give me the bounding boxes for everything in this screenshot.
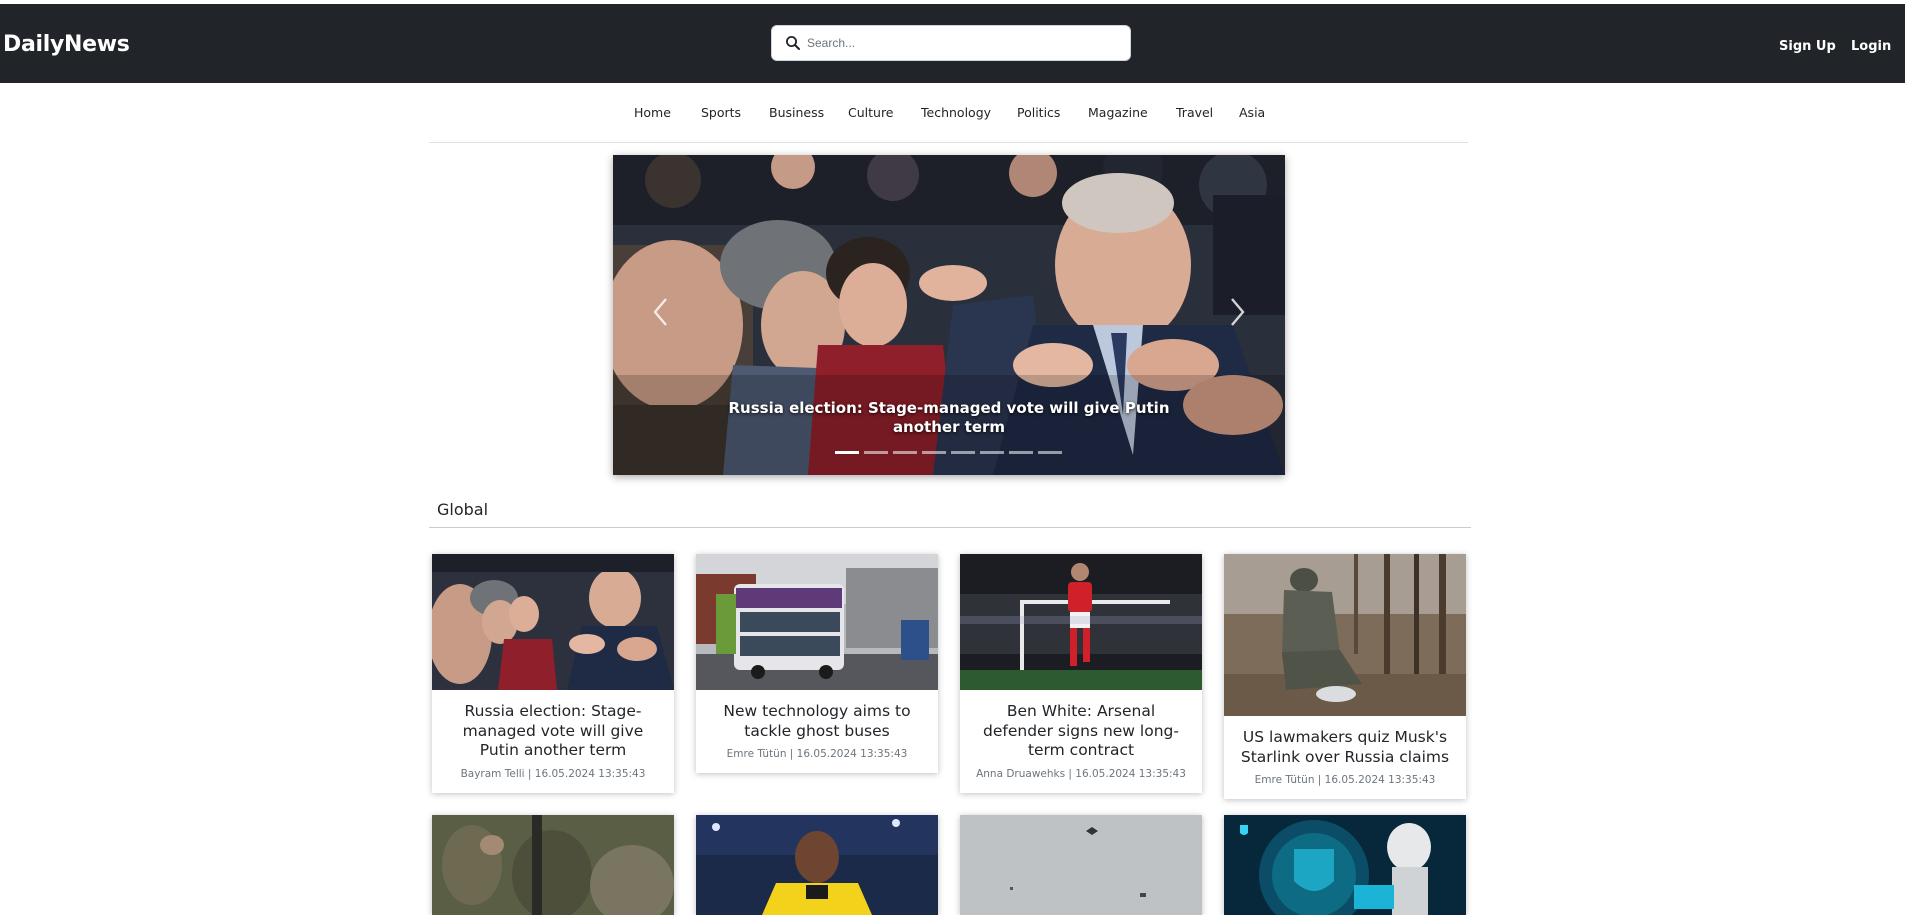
nav-item-technology[interactable]: Technology xyxy=(921,105,991,120)
news-card[interactable] xyxy=(696,815,938,915)
nav-item-business[interactable]: Business xyxy=(769,105,824,120)
carousel-indicator[interactable] xyxy=(835,451,859,454)
search-icon xyxy=(786,36,800,50)
nav-item-politics[interactable]: Politics xyxy=(1017,105,1060,120)
card-image xyxy=(960,554,1202,690)
carousel-indicator[interactable] xyxy=(1009,451,1033,454)
search-box[interactable] xyxy=(771,25,1131,61)
news-card[interactable]: Ben White: Arsenal defender signs new lo… xyxy=(960,554,1202,793)
card-title[interactable]: New technology aims to tackle ghost buse… xyxy=(696,690,938,741)
category-nav: Home Sports Business Culture Technology … xyxy=(429,97,1468,143)
card-meta: Anna Druawehks | 16.05.2024 13:35:43 xyxy=(976,767,1186,780)
card-image xyxy=(1224,554,1466,716)
carousel-indicator[interactable] xyxy=(951,451,975,454)
nav-item-asia[interactable]: Asia xyxy=(1239,105,1265,120)
section-divider xyxy=(429,527,1471,528)
card-image xyxy=(696,554,938,690)
carousel-indicator[interactable] xyxy=(922,451,946,454)
news-card[interactable] xyxy=(960,815,1202,915)
card-title[interactable]: US lawmakers quiz Musk's Starlink over R… xyxy=(1224,716,1466,767)
nav-item-home[interactable]: Home xyxy=(634,105,671,120)
section-title: Global xyxy=(437,500,489,519)
news-card[interactable] xyxy=(1224,815,1466,915)
card-image xyxy=(696,815,938,915)
card-image xyxy=(432,815,674,915)
card-image xyxy=(432,554,674,690)
news-card[interactable] xyxy=(432,815,674,915)
card-meta: Emre Tütün | 16.05.2024 13:35:43 xyxy=(1254,774,1436,786)
chevron-right-icon[interactable] xyxy=(1225,295,1249,329)
card-meta: Emre Tütün | 16.05.2024 13:35:43 xyxy=(726,748,908,760)
nav-item-magazine[interactable]: Magazine xyxy=(1088,105,1148,120)
chevron-left-icon[interactable] xyxy=(649,295,673,329)
news-card[interactable]: New technology aims to tackle ghost buse… xyxy=(696,554,938,773)
nav-item-sports[interactable]: Sports xyxy=(701,105,741,120)
hero-carousel[interactable]: Russia election: Stage-managed vote will… xyxy=(613,155,1285,475)
top-navbar: DailyNews Sign Up Login xyxy=(0,4,1905,83)
carousel-indicator[interactable] xyxy=(980,451,1004,454)
brand-logo[interactable]: DailyNews xyxy=(3,32,130,57)
news-card[interactable]: US lawmakers quiz Musk's Starlink over R… xyxy=(1224,554,1466,799)
card-meta: Bayram Telli | 16.05.2024 13:35:43 xyxy=(460,767,646,780)
carousel-indicator[interactable] xyxy=(864,451,888,454)
carousel-indicators xyxy=(835,451,1065,457)
nav-item-culture[interactable]: Culture xyxy=(848,105,894,120)
hero-caption[interactable]: Russia election: Stage-managed vote will… xyxy=(713,399,1185,437)
news-card[interactable]: Russia election: Stage-managed vote will… xyxy=(432,554,674,793)
carousel-indicator[interactable] xyxy=(1038,451,1062,454)
card-title[interactable]: Russia election: Stage-managed vote will… xyxy=(432,690,674,761)
nav-item-travel[interactable]: Travel xyxy=(1176,105,1213,120)
signup-link[interactable]: Sign Up xyxy=(1779,39,1836,54)
card-image xyxy=(960,815,1202,915)
carousel-indicator[interactable] xyxy=(893,451,917,454)
login-link[interactable]: Login xyxy=(1851,39,1891,54)
card-image xyxy=(1224,815,1466,915)
card-title[interactable]: Ben White: Arsenal defender signs new lo… xyxy=(960,690,1202,761)
search-input[interactable] xyxy=(807,30,1117,56)
